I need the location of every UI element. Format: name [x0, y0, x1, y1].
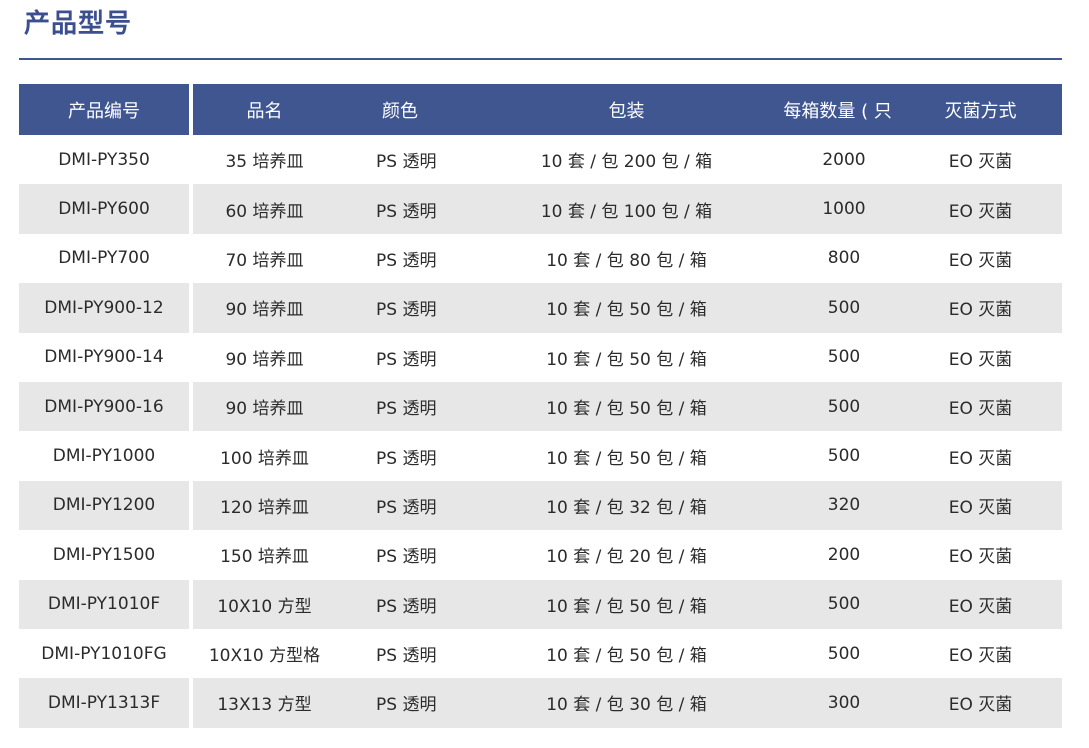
color-cell: PS 透明 — [336, 381, 464, 432]
column-header-quantity-per-box: 每箱数量 ( 只 ) — [783, 84, 905, 135]
quantity-cell: 500 — [827, 347, 861, 368]
table-body: DMI-PY350 35 培养皿 PS 透明 10 套 / 包 200 包 / 箱 20… — [19, 135, 1062, 728]
column-header-product-code: 产品编号 — [19, 84, 189, 135]
table-row: DMI-PY700 70 培养皿 PS 透明 10 套 / 包 80 包 / 箱 800… — [19, 234, 1062, 283]
table-row: DMI-PY1200 120 培养皿 PS 透明 10 套 / 包 32 包 / 箱3… — [19, 480, 1062, 531]
sterilization-cell: EO 灭菌 — [948, 152, 1013, 173]
color-cell: PS 透明 — [376, 646, 437, 667]
quantity-cell: 500 — [789, 381, 899, 432]
column-header-color: 颜色 — [336, 84, 464, 135]
color-cell: PS 透明 — [336, 283, 464, 333]
quantity-cell: 200 — [827, 544, 861, 565]
table-row: DMI-PY900-12 90 培养皿 PS 透明 10 套 / 包 50 包 / 箱… — [19, 283, 1062, 333]
table-row: DMI-PY1000 100 培养皿 PS 透明 10 套 / 包 50 包 / 箱 5… — [19, 431, 1062, 480]
quantity-cell: 1000 — [789, 184, 899, 234]
quantity-cell: 320 — [789, 480, 899, 531]
sterilization-cell: EO 灭菌 — [948, 250, 1013, 271]
product-code-cell: DMI-PY1313F — [19, 678, 189, 728]
product-name-cell: 60 培养皿 — [193, 184, 336, 234]
product-name-cell: 90 培养皿 — [193, 381, 336, 432]
packaging-cell: 10 套 / 包 50 包 / 箱 — [464, 579, 789, 629]
packaging-cell: 10 套 / 包 32 包 / 箱 — [464, 480, 789, 531]
page-title: 产品型号 — [24, 9, 133, 39]
color-cell: PS 透明 — [376, 547, 437, 568]
color-cell: PS 透明 — [376, 349, 437, 370]
quantity-cell: 500 — [789, 283, 899, 333]
sterilization-cell: EO 灭菌 — [899, 184, 1062, 234]
table-header-row: 产品编号 品名 颜色 包装 每箱数量 ( 只 ) 灭菌方式 — [19, 84, 1062, 135]
product-name-cell: 120 培养皿 — [193, 480, 336, 531]
product-code-cell: DMI-PY1010FG — [41, 643, 167, 664]
table-row: DMI-PY1500 150 培养皿 PS 透明 10 套 / 包 20 包 / 箱 2… — [19, 530, 1062, 579]
table-row: DMI-PY900-16 90 培养皿 PS 透明 10 套 / 包 50 包 / 箱… — [19, 381, 1062, 432]
color-cell: PS 透明 — [336, 579, 464, 629]
packaging-cell: 10 套 / 包 20 包 / 箱 — [546, 547, 707, 568]
sterilization-cell: EO 灭菌 — [948, 349, 1013, 370]
sterilization-cell: EO 灭菌 — [948, 448, 1013, 469]
table-row: DMI-PY1010FG 10X10 方型格 PS 透明 10 套 / 包 50 包 … — [19, 629, 1062, 678]
product-name-cell: 90 培养皿 — [193, 283, 336, 333]
color-cell: PS 透明 — [336, 678, 464, 728]
quantity-cell: 800 — [827, 248, 861, 269]
product-name-cell: 10X10 方型 — [193, 579, 336, 629]
packaging-cell: 10 套 / 包 30 包 / 箱 — [464, 678, 789, 728]
sterilization-cell: EO 灭菌 — [948, 547, 1013, 568]
sterilization-cell: EO 灭菌 — [899, 678, 1062, 728]
color-cell: PS 透明 — [376, 250, 437, 271]
product-code-cell: DMI-PY900-14 — [44, 347, 164, 368]
column-header-packaging: 包装 — [464, 84, 789, 135]
color-cell: PS 透明 — [376, 152, 437, 173]
quantity-cell: 500 — [789, 579, 899, 629]
table-row: DMI-PY900-14 90 培养皿 PS 透明 10 套 / 包 50 包 / 箱… — [19, 333, 1062, 382]
column-header-sterilization: 灭菌方式 — [899, 84, 1062, 135]
product-code-cell: DMI-PY900-16 — [19, 381, 189, 432]
sterilization-cell: EO 灭菌 — [899, 480, 1062, 531]
quantity-cell: 2000 — [822, 149, 866, 170]
table-row: DMI-PY600 60 培养皿 PS 透明 10 套 / 包 100 包 / 箱 10… — [19, 184, 1062, 234]
product-code-cell: DMI-PY700 — [58, 248, 150, 269]
product-code-cell: DMI-PY600 — [19, 184, 189, 234]
packaging-cell: 10 套 / 包 200 包 / 箱 — [540, 152, 713, 173]
packaging-cell: 10 套 / 包 50 包 / 箱 — [546, 448, 707, 469]
product-code-cell: DMI-PY900-12 — [19, 283, 189, 333]
title-divider — [19, 58, 1062, 60]
product-name-cell: 35 培养皿 — [225, 152, 304, 173]
sterilization-cell: EO 灭菌 — [899, 579, 1062, 629]
sterilization-cell: EO 灭菌 — [948, 646, 1013, 667]
product-name-cell: 90 培养皿 — [225, 349, 304, 370]
quantity-cell: 300 — [789, 678, 899, 728]
sterilization-cell: EO 灭菌 — [899, 381, 1062, 432]
column-header-product-name: 品名 — [193, 84, 336, 135]
quantity-cell: 500 — [827, 446, 861, 467]
table-row: DMI-PY1313F 13X13 方型 PS 透明 10 套 / 包 30 包 / … — [19, 678, 1062, 728]
product-name-cell: 100 培养皿 — [220, 448, 309, 469]
packaging-cell: 10 套 / 包 50 包 / 箱 — [464, 381, 789, 432]
packaging-cell: 10 套 / 包 50 包 / 箱 — [546, 646, 707, 667]
product-name-cell: 13X13 方型 — [193, 678, 336, 728]
product-name-cell: 70 培养皿 — [225, 250, 304, 271]
color-cell: PS 透明 — [336, 480, 464, 531]
packaging-cell: 10 套 / 包 50 包 / 箱 — [546, 349, 707, 370]
product-code-cell: DMI-PY1500 — [52, 544, 156, 565]
product-name-cell: 10X10 方型格 — [208, 646, 321, 667]
product-code-cell: DMI-PY350 — [58, 149, 150, 170]
product-name-cell: 150 培养皿 — [220, 547, 309, 568]
packaging-cell: 10 套 / 包 100 包 / 箱 — [464, 184, 789, 234]
color-cell: PS 透明 — [376, 448, 437, 469]
sterilization-cell: EO 灭菌 — [899, 283, 1062, 333]
table-row: DMI-PY350 35 培养皿 PS 透明 10 套 / 包 200 包 / 箱 20… — [19, 135, 1062, 184]
product-code-cell: DMI-PY1010F — [19, 579, 189, 629]
product-code-cell: DMI-PY1000 — [52, 446, 156, 467]
packaging-cell: 10 套 / 包 80 包 / 箱 — [546, 250, 707, 271]
product-code-cell: DMI-PY1200 — [19, 480, 189, 531]
color-cell: PS 透明 — [336, 184, 464, 234]
quantity-cell: 500 — [827, 643, 861, 664]
table-row: DMI-PY1010F 10X10 方型 PS 透明 10 套 / 包 50 包 / … — [19, 579, 1062, 629]
packaging-cell: 10 套 / 包 50 包 / 箱 — [464, 283, 789, 333]
product-model-table: 产品编号 品名 颜色 包装 每箱数量 ( 只 ) 灭菌方式 DMI-PY350 3… — [19, 84, 1062, 728]
